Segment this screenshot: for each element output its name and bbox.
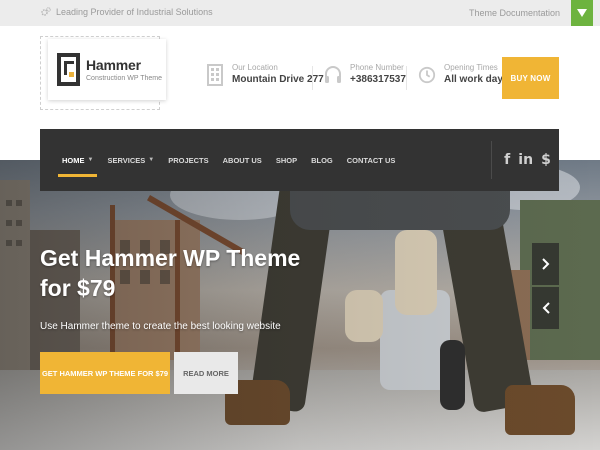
linkedin-icon[interactable]: in (518, 152, 533, 168)
chevron-left-icon (542, 302, 550, 314)
location-value: Mountain Drive 277 (232, 74, 324, 85)
nav-item-about-us[interactable]: ABOUT US (223, 129, 262, 191)
gear-icon (41, 7, 51, 16)
phone-label: Phone Number (350, 63, 404, 72)
read-more-button[interactable]: READ MORE (174, 352, 238, 394)
hours-info: Opening Times All work days (418, 62, 508, 87)
hero-headline: Get Hammer WP Theme for $79 (40, 245, 301, 301)
clock-icon (418, 64, 436, 86)
get-theme-button[interactable]: GET HAMMER WP THEME FOR $79 (40, 352, 170, 394)
logo-subtitle: Construction WP Theme (86, 75, 162, 82)
nav-item-label: ABOUT US (222, 155, 262, 165)
header-divider (312, 66, 313, 90)
location-info: Our Location Mountain Drive 277 (206, 62, 324, 87)
hours-value: All work days (444, 74, 509, 85)
nav-item-contact-us[interactable]: CONTACT US (347, 129, 396, 191)
slider-prev-button[interactable] (532, 287, 559, 329)
nav-item-label: CONTACT US (346, 155, 396, 165)
site-logo[interactable]: Hammer Construction WP Theme (48, 39, 166, 100)
nav-item-label: BLOG (311, 155, 333, 165)
phone-info: Phone Number +386317537 (324, 62, 406, 87)
nav-item-label: PROJECTS (168, 155, 209, 165)
nav-item-projects[interactable]: PROJECTS (168, 129, 208, 191)
location-label: Our Location (232, 63, 278, 72)
social-links: f in $ (491, 141, 559, 179)
triangle-down-icon (577, 9, 587, 17)
hours-label: Opening Times (444, 63, 498, 72)
nav-item-label: SHOP (275, 155, 298, 165)
main-navigation: HOME ▼ SERVICES ▼ PROJECTS ABOUT US SHOP… (40, 129, 559, 191)
hero-subline: Use Hammer theme to create the best look… (40, 321, 281, 332)
logo-title: Hammer (86, 57, 141, 73)
nav-item-home[interactable]: HOME ▼ (57, 129, 98, 191)
chevron-right-icon (541, 258, 549, 270)
buy-now-button[interactable]: BUY NOW (502, 57, 559, 99)
headset-icon (324, 64, 342, 86)
nav-item-label: HOME (62, 155, 85, 165)
tagline-text: Leading Provider of Industrial Solutions (56, 7, 213, 17)
slider-nav (532, 243, 559, 329)
topbar-toggle-button[interactable] (571, 0, 593, 26)
phone-value[interactable]: +386317537 (350, 73, 406, 87)
slider-next-button[interactable] (532, 243, 559, 285)
nav-item-label: SERVICES (107, 155, 146, 165)
nav-item-blog[interactable]: BLOG (311, 129, 333, 191)
foursquare-icon[interactable]: $ (541, 152, 551, 168)
theme-documentation-link[interactable]: Theme Documentation (469, 8, 560, 18)
header-divider (406, 66, 407, 90)
nav-menu: HOME ▼ SERVICES ▼ PROJECTS ABOUT US SHOP… (57, 129, 396, 191)
building-icon (206, 63, 224, 86)
nav-item-services[interactable]: SERVICES ▼ (107, 129, 154, 191)
top-bar: Leading Provider of Industrial Solutions… (0, 0, 600, 26)
logo-mark-icon (57, 53, 80, 86)
tagline: Leading Provider of Industrial Solutions (40, 6, 213, 18)
nav-item-shop[interactable]: SHOP (276, 129, 297, 191)
hero-slider (0, 160, 600, 450)
caret-down-icon: ▼ (87, 157, 94, 163)
facebook-icon[interactable]: f (504, 152, 510, 168)
caret-down-icon: ▼ (148, 157, 155, 163)
